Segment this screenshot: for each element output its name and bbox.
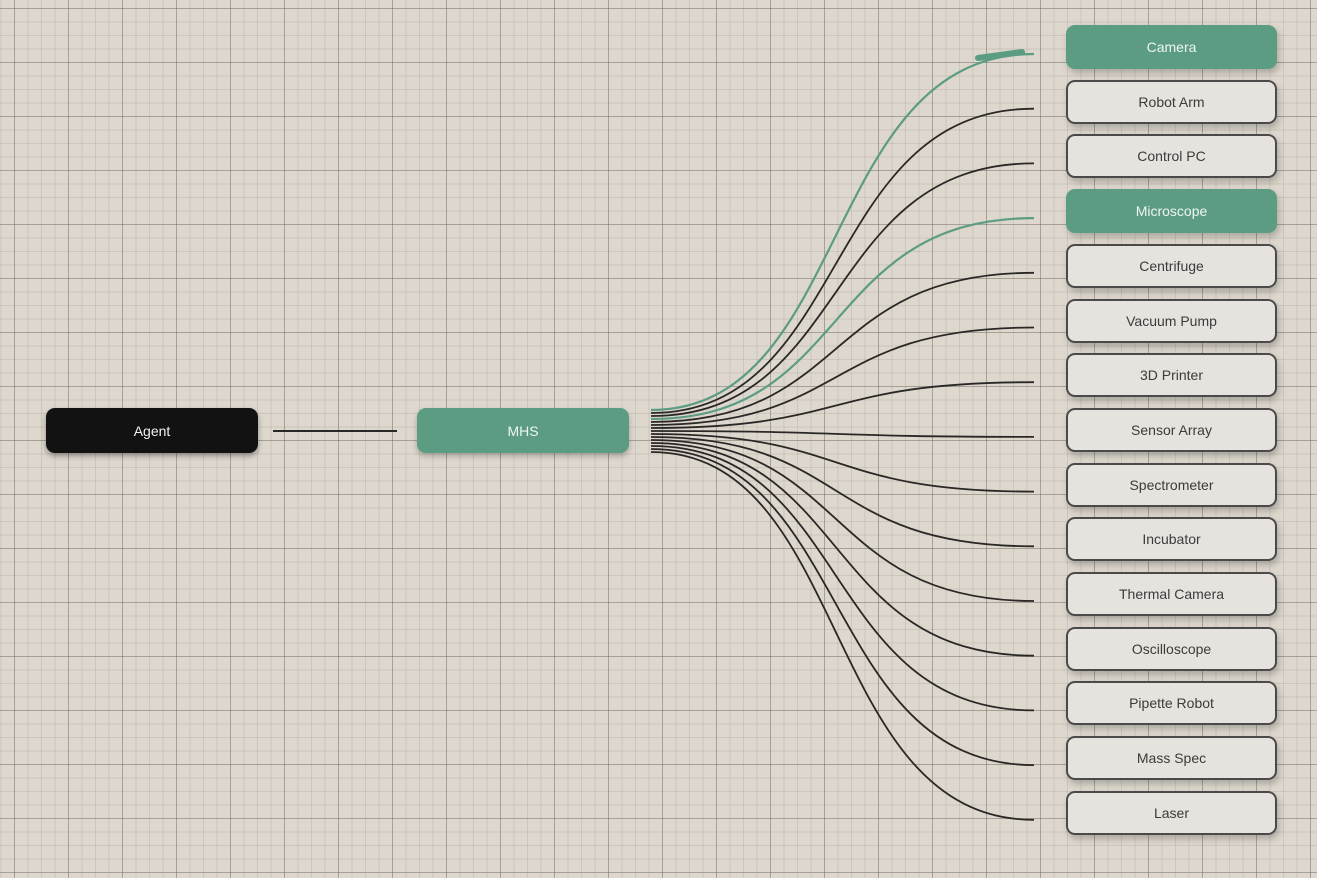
wire-mass-spec	[650, 448, 1035, 766]
device-label: Incubator	[1142, 531, 1201, 548]
device-pipette-robot[interactable]: Pipette Robot	[1066, 681, 1277, 726]
device-label: Sensor Array	[1131, 421, 1212, 438]
device-label: Mass Spec	[1136, 750, 1207, 767]
wire-laser	[650, 451, 1035, 821]
wire-microscope	[650, 217, 1035, 421]
device-centrifuge[interactable]: Centrifuge	[1066, 243, 1277, 288]
device-incubator[interactable]: Incubator	[1066, 517, 1277, 562]
device-thermal-camera[interactable]: Thermal Camera	[1066, 572, 1277, 616]
wire-highlight-cap	[975, 49, 1025, 61]
device-label: Control PC	[1137, 148, 1206, 165]
device-robot-arm[interactable]: Robot Arm	[1066, 79, 1277, 124]
wire-camera	[650, 52, 1035, 412]
device-label: Microscope	[1135, 203, 1208, 220]
wire-spectrometer	[650, 433, 1035, 493]
wire-incubator	[650, 436, 1035, 548]
wire-vacuum-pump	[650, 326, 1035, 426]
device-label: Pipette Robot	[1129, 695, 1214, 712]
device-microscope[interactable]: Microscope	[1066, 189, 1277, 234]
agent-label: Agent	[133, 422, 171, 439]
wire-oscilloscope	[650, 442, 1035, 657]
device-3d-printer[interactable]: 3D Printer	[1066, 353, 1277, 398]
device-label: Camera	[1146, 39, 1197, 55]
device-label: Spectrometer	[1129, 476, 1214, 493]
agent-node[interactable]: Agent	[46, 408, 258, 453]
device-label: 3D Printer	[1139, 367, 1204, 384]
hub-device-links	[650, 49, 1035, 821]
hub-node[interactable]: MHS	[417, 408, 629, 453]
device-laser[interactable]: Laser	[1066, 790, 1277, 835]
device-label: Oscilloscope	[1131, 640, 1212, 657]
device-vacuum-pump[interactable]: Vacuum Pump	[1066, 298, 1277, 343]
device-label: Thermal Camera	[1118, 586, 1225, 602]
device-mass-spec[interactable]: Mass Spec	[1066, 736, 1277, 781]
device-sensor-array[interactable]: Sensor Array	[1066, 407, 1277, 452]
device-camera[interactable]: Camera	[1066, 25, 1277, 69]
device-label: Centrifuge	[1139, 257, 1204, 274]
wire-pipette-robot	[650, 445, 1035, 712]
wire-control-pc	[650, 162, 1035, 417]
device-label: Vacuum Pump	[1126, 312, 1217, 329]
wire-centrifuge	[650, 271, 1035, 423]
device-label: Laser	[1153, 804, 1190, 821]
device-label: Robot Arm	[1138, 93, 1205, 110]
device-spectrometer[interactable]: Spectrometer	[1066, 462, 1277, 507]
device-control-pc[interactable]: Control PC	[1066, 134, 1277, 179]
wire-robot-arm	[650, 107, 1035, 414]
device-oscilloscope[interactable]: Oscilloscope	[1066, 626, 1277, 671]
hub-label: MHS	[507, 422, 539, 439]
